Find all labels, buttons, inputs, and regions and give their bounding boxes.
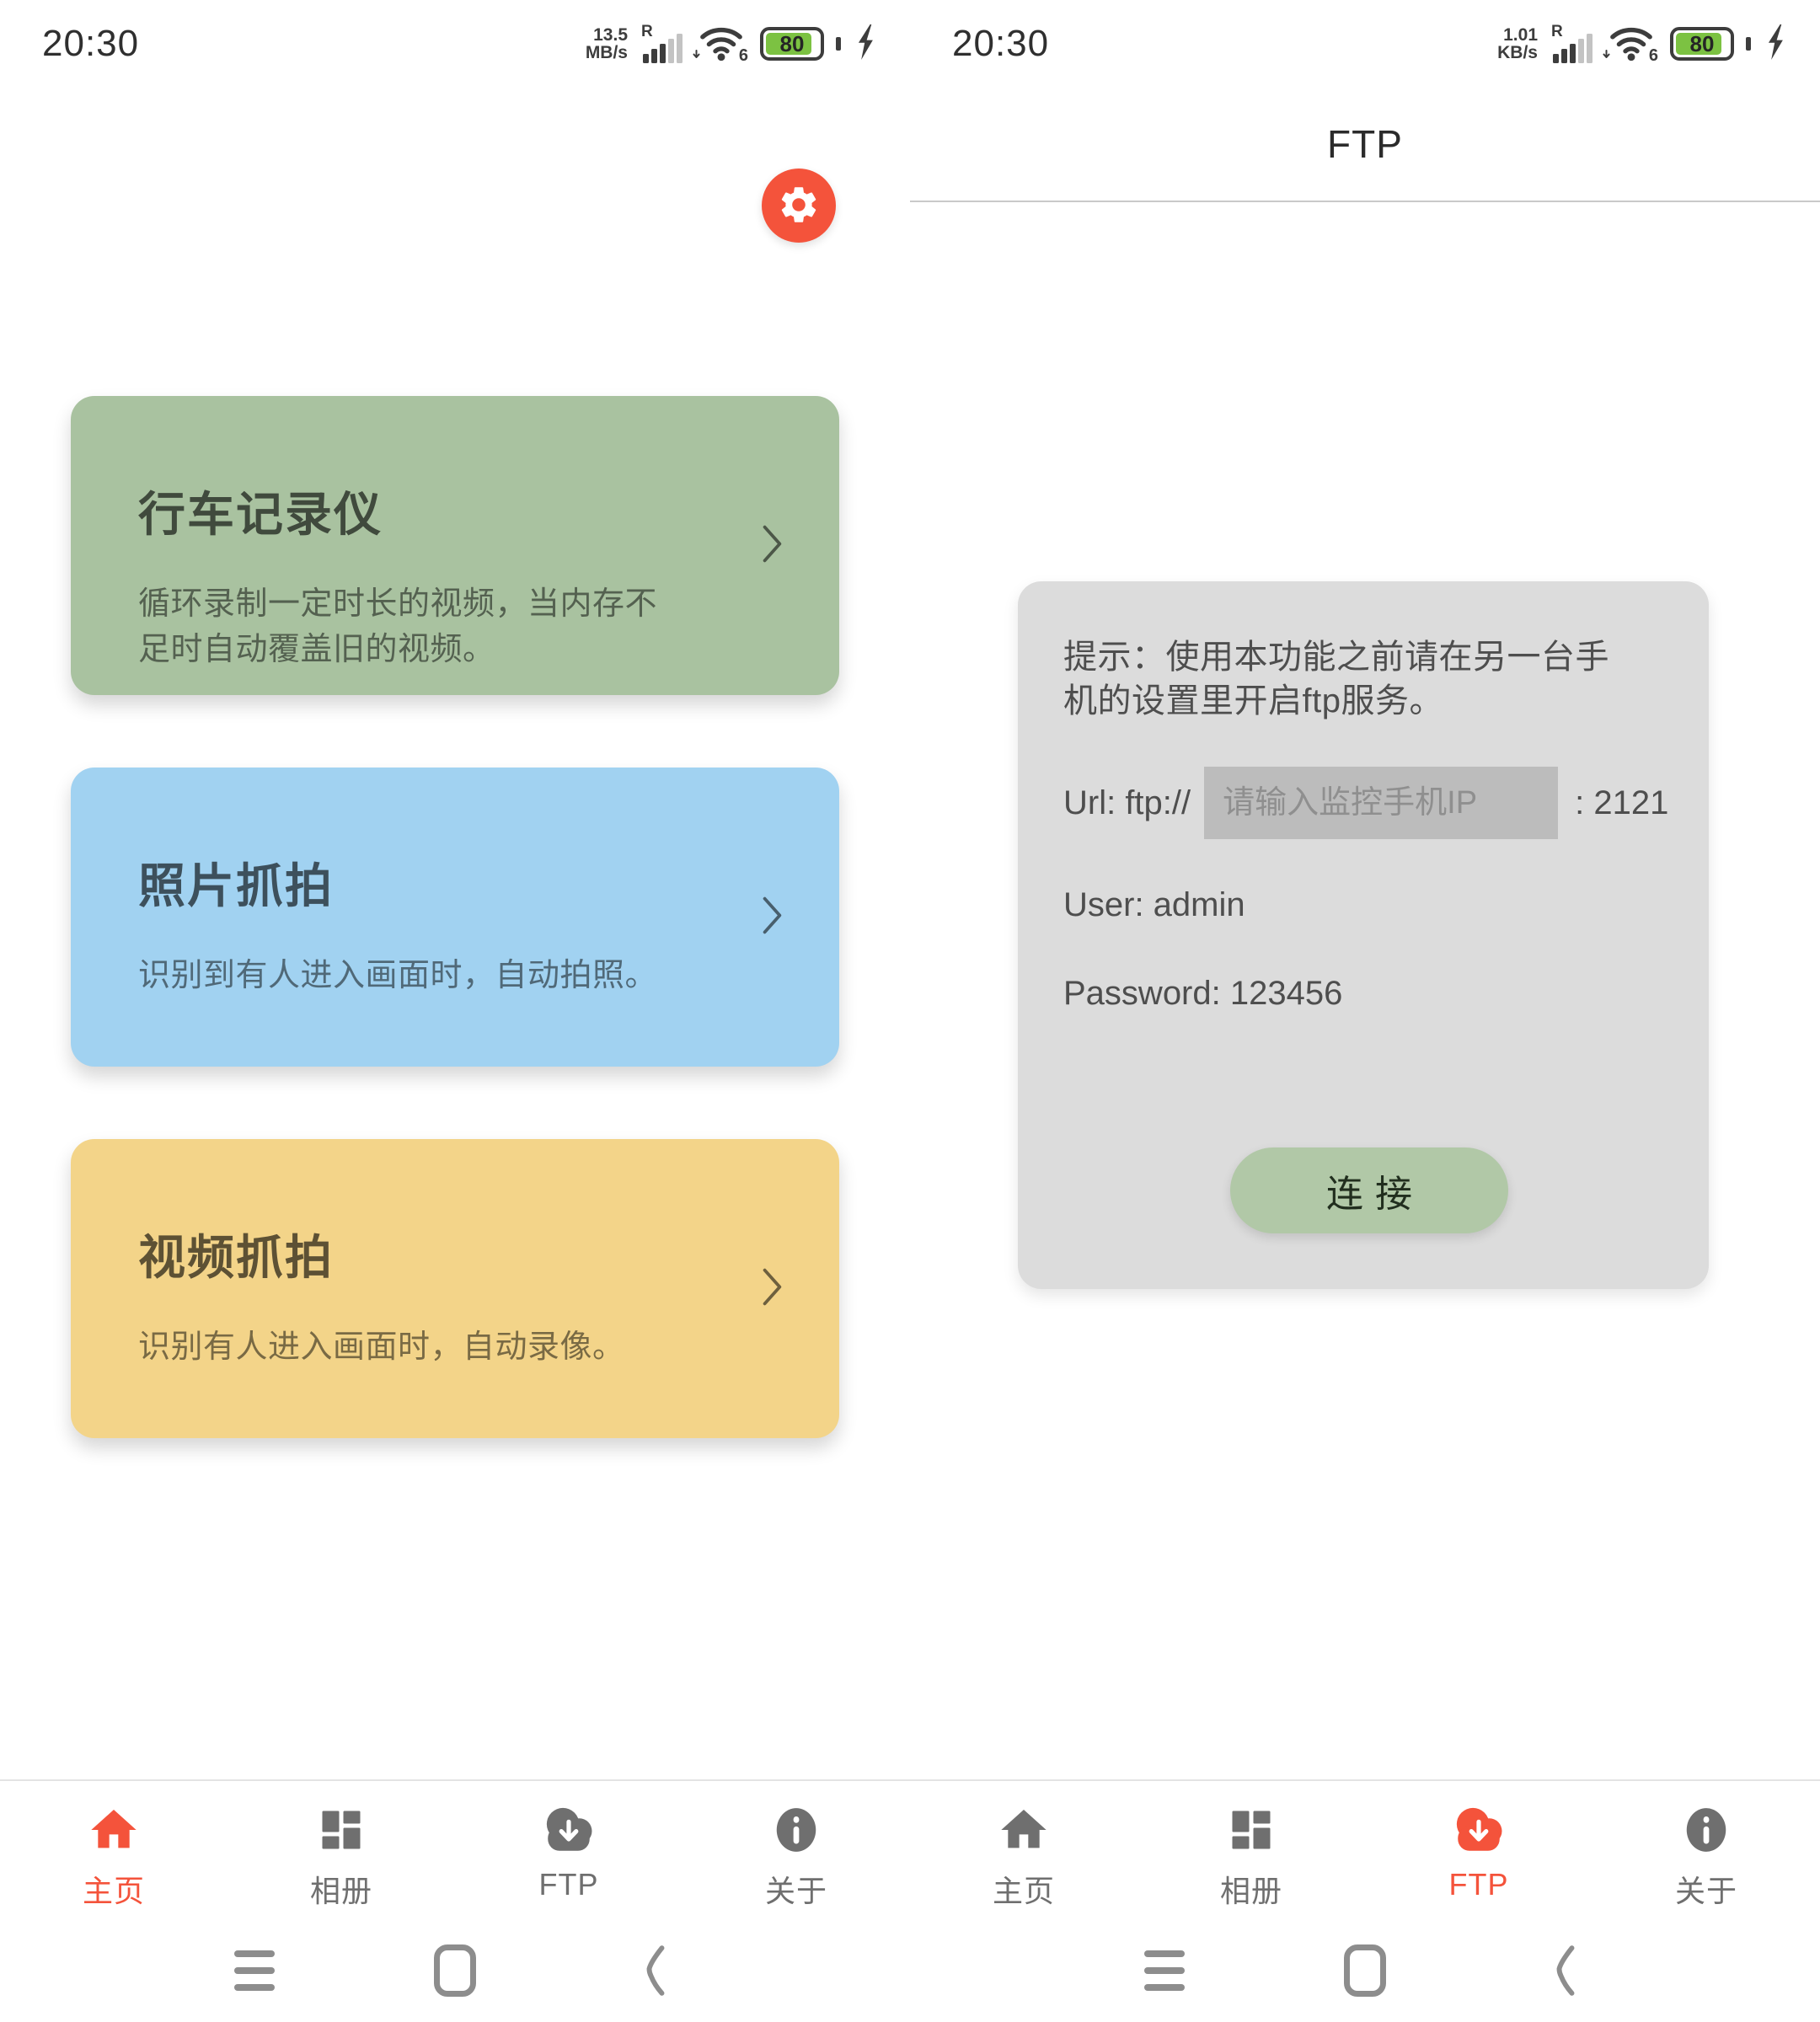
chevron-right-icon [762, 524, 784, 567]
battery-percent: 80 [763, 30, 821, 57]
ftp-screen: 20:30 1.01 KB/s R [910, 0, 1820, 2022]
page-header: FTP [910, 0, 1820, 202]
ftp-tip-text: 提示：使用本功能之前请在另一台手机的设置里开启ftp服务。 [1063, 635, 1624, 723]
wifi6-badge: 6 [739, 46, 748, 66]
menu-lines-icon [234, 1950, 275, 1991]
settings-button[interactable] [762, 168, 836, 243]
home-square-icon [434, 1944, 476, 1997]
card-description: 识别到有人进入画面时，自动拍照。 [138, 954, 662, 999]
tab-ftp[interactable]: FTP [1365, 1781, 1592, 1924]
dual-screenshot-canvas: 20:30 13.5 MB/s R [0, 0, 1820, 2022]
feature-card-list: 行车记录仪 循环录制一定时长的视频，当内存不足时自动覆盖旧的视频。 照片抓拍 识… [71, 396, 839, 1511]
tab-about[interactable]: 关于 [1592, 1781, 1820, 1924]
network-speed: 13.5 MB/s [586, 26, 628, 62]
tab-about[interactable]: 关于 [682, 1781, 910, 1924]
card-description: 循环录制一定时长的视频，当内存不足时自动覆盖旧的视频。 [138, 582, 662, 673]
port-label: : 2121 [1575, 784, 1668, 822]
menu-lines-icon [1144, 1950, 1185, 1991]
header-divider [910, 201, 1820, 202]
tab-label: FTP [539, 1867, 599, 1902]
back-chevron-icon [1555, 1945, 1576, 1996]
tab-label: 相册 [310, 1867, 372, 1911]
battery-icon: 80 [760, 27, 824, 61]
cell-signal-icon: R [643, 24, 682, 63]
tab-album[interactable]: 相册 [228, 1781, 455, 1924]
cloud-download-icon [541, 1800, 597, 1860]
info-icon [1680, 1800, 1732, 1860]
password-label: Password: 123456 [1063, 975, 1675, 1013]
speed-unit: MB/s [586, 44, 628, 62]
back-button[interactable] [1542, 1943, 1589, 1998]
bottom-tab-bar: 主页 相册 [910, 1779, 1820, 1924]
chevron-right-icon [762, 896, 784, 939]
tab-label: 主页 [993, 1867, 1055, 1911]
gallery-grid-icon [316, 1800, 367, 1860]
home-nav-button[interactable] [1341, 1943, 1389, 1998]
ftp-connection-panel: 提示：使用本功能之前请在另一台手机的设置里开启ftp服务。 Url: ftp:/… [1018, 581, 1709, 1289]
card-dashcam[interactable]: 行车记录仪 循环录制一定时长的视频，当内存不足时自动覆盖旧的视频。 [71, 396, 839, 695]
card-title: 照片抓拍 [138, 848, 713, 917]
card-description: 识别有人进入画面时，自动录像。 [138, 1325, 662, 1371]
card-title: 视频抓拍 [138, 1220, 713, 1288]
home-screen: 20:30 13.5 MB/s R [0, 0, 910, 2022]
card-photo-capture[interactable]: 照片抓拍 识别到有人进入画面时，自动拍照。 [71, 768, 839, 1067]
home-nav-button[interactable] [431, 1943, 479, 1998]
clock: 20:30 [42, 23, 139, 65]
wifi-icon: 6 [698, 24, 745, 64]
system-nav-bar [910, 1924, 1820, 2017]
home-icon [87, 1800, 141, 1860]
connect-button[interactable]: 连接 [1230, 1147, 1508, 1233]
monitor-ip-input[interactable] [1204, 767, 1558, 839]
traffic-arrows-icon [693, 50, 706, 66]
recents-button[interactable] [231, 1943, 278, 1998]
tab-label: 关于 [1675, 1867, 1737, 1911]
tab-home[interactable]: 主页 [910, 1781, 1138, 1924]
tab-album[interactable]: 相册 [1138, 1781, 1365, 1924]
url-row: Url: ftp:// : 2121 [1063, 767, 1675, 839]
card-video-capture[interactable]: 视频抓拍 识别有人进入画面时，自动录像。 [71, 1139, 839, 1438]
tab-ftp[interactable]: FTP [455, 1781, 682, 1924]
bottom-tab-bar: 主页 相册 [0, 1779, 910, 1924]
chevron-right-icon [762, 1267, 784, 1310]
back-button[interactable] [632, 1943, 679, 1998]
page-title: FTP [910, 121, 1820, 167]
cloud-download-icon [1451, 1800, 1507, 1860]
tab-label: 相册 [1220, 1867, 1282, 1911]
home-square-icon [1344, 1944, 1386, 1997]
tab-home[interactable]: 主页 [0, 1781, 228, 1924]
tab-label: 主页 [83, 1867, 145, 1911]
home-icon [997, 1800, 1051, 1860]
charging-bolt-icon [854, 24, 876, 64]
gallery-grid-icon [1226, 1800, 1277, 1860]
recents-button[interactable] [1141, 1943, 1188, 1998]
gear-icon [777, 183, 821, 229]
speed-value: 13.5 [593, 26, 628, 44]
card-title: 行车记录仪 [138, 477, 713, 545]
user-label: User: admin [1063, 886, 1675, 924]
url-label: Url: ftp:// [1063, 784, 1191, 822]
tab-label: FTP [1449, 1867, 1509, 1902]
tab-label: 关于 [765, 1867, 827, 1911]
system-nav-bar [0, 1924, 910, 2017]
status-bar: 20:30 13.5 MB/s R [0, 0, 910, 88]
battery-cap [836, 37, 841, 51]
roaming-indicator: R [641, 23, 653, 41]
status-icons: 13.5 MB/s R [586, 24, 876, 64]
info-icon [770, 1800, 822, 1860]
back-chevron-icon [645, 1945, 666, 1996]
